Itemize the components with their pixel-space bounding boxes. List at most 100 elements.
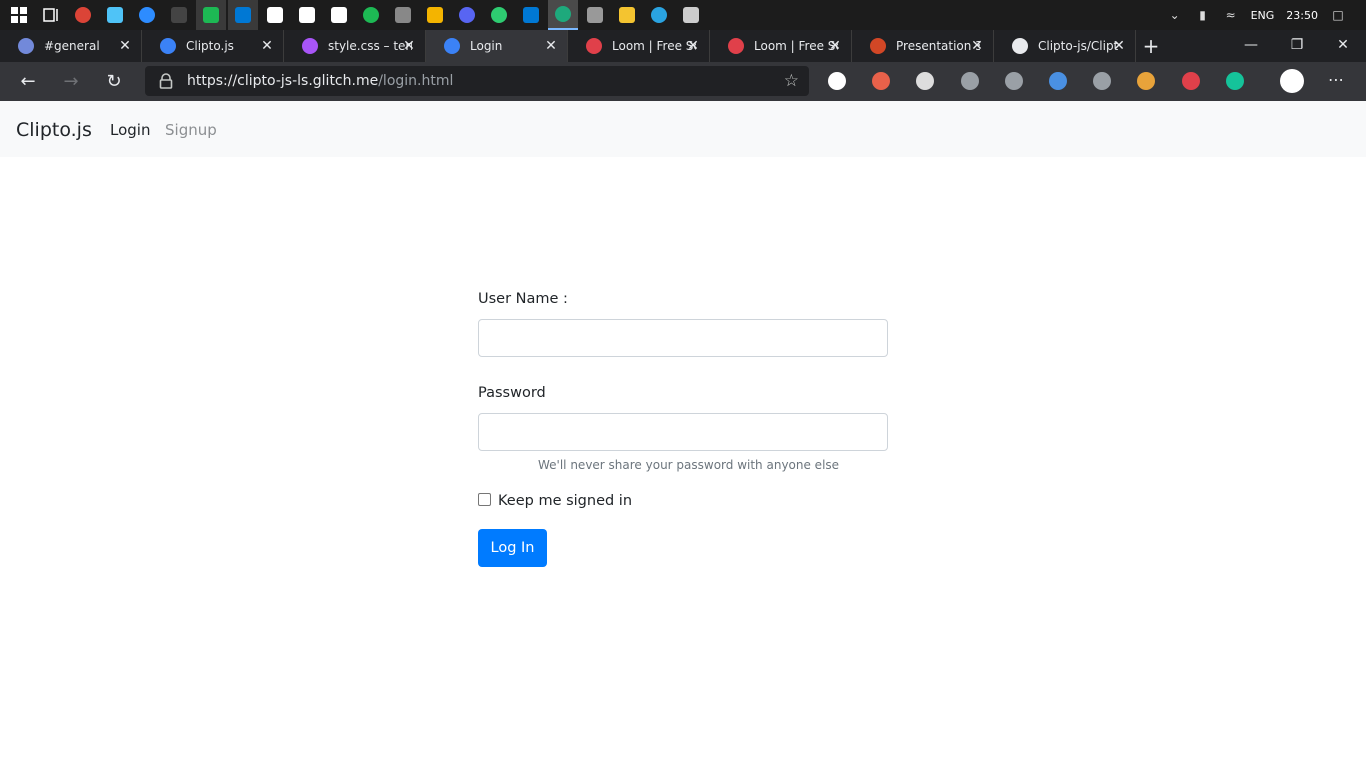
tab-title: Clipto.js [186, 39, 234, 53]
loom-extension-icon[interactable] [1182, 72, 1200, 90]
camera-icon[interactable] [388, 0, 418, 30]
notion-icon[interactable] [324, 0, 354, 30]
store-icon[interactable] [292, 0, 322, 30]
battery-icon[interactable]: ▮ [1195, 7, 1211, 23]
windows-start-icon[interactable] [4, 0, 34, 30]
tab-close-icon[interactable]: ✕ [969, 38, 985, 54]
notion-icon-glyph [331, 7, 347, 23]
password-input[interactable] [478, 413, 888, 451]
grammarly-icon[interactable] [1226, 72, 1244, 90]
site-brand[interactable]: Clipto.js [16, 119, 92, 141]
extension-grey-icon[interactable] [961, 72, 979, 90]
address-bar[interactable]: https://clipto-js-ls.glitch.me/login.htm… [145, 66, 809, 96]
profile-avatar[interactable] [1280, 69, 1304, 93]
terminal-icon[interactable] [164, 0, 194, 30]
tab-close-icon[interactable]: ✕ [401, 38, 417, 54]
discord-icon[interactable] [452, 0, 482, 30]
browser-tab[interactable]: #general ✕ [0, 30, 142, 62]
system-tray: ⌄ ▮ ≈ ENG 23:50 □ [1167, 0, 1366, 30]
task-view-icon[interactable] [36, 0, 66, 30]
loom-icon [586, 38, 602, 54]
telegram-icon[interactable] [644, 0, 674, 30]
settings-icon[interactable] [260, 0, 290, 30]
restore-icon[interactable]: ❐ [1274, 30, 1320, 60]
app-green-icon[interactable] [484, 0, 514, 30]
login-button[interactable]: Log In [478, 529, 547, 567]
browser-toolbar: ← → ↻ https://clipto-js-ls.glitch.me/log… [0, 62, 1366, 101]
tab-title: Loom | Free Sc [754, 39, 838, 53]
vscode-icon[interactable] [516, 0, 546, 30]
github-extension-icon[interactable] [828, 72, 846, 90]
file-explorer-icon-glyph [619, 7, 635, 23]
zoom-icon[interactable] [132, 0, 162, 30]
reload-button[interactable]: ↻ [99, 67, 129, 97]
browser-tab[interactable]: Clipto-js/Clipt ✕ [994, 30, 1136, 62]
new-tab-button[interactable]: + [1136, 30, 1166, 62]
page-content: Clipto.js Login Signup User Name : Passw… [0, 101, 1366, 768]
nav-signup-link[interactable]: Signup [165, 121, 217, 139]
file-explorer-icon[interactable] [612, 0, 642, 30]
browser-menu-icon[interactable]: ⋯ [1328, 70, 1344, 89]
vscode-insiders-icon[interactable] [196, 0, 226, 30]
windows-taskbar: ⌄ ▮ ≈ ENG 23:50 □ [0, 0, 1366, 30]
browser-tab[interactable]: Clipto.js ✕ [142, 30, 284, 62]
tab-close-icon[interactable]: ✕ [827, 38, 843, 54]
puzzle-extension-icon[interactable] [1005, 72, 1023, 90]
browser-tab[interactable]: Login ✕ [426, 30, 568, 62]
password-label: Password [478, 385, 546, 401]
browser-tab-strip: #general✕Clipto.js✕style.css – term✕Logi… [0, 30, 1366, 62]
notification-icon[interactable]: □ [1330, 7, 1346, 23]
mail-icon[interactable] [228, 0, 258, 30]
this-pc-icon[interactable] [100, 0, 130, 30]
browser-tab[interactable]: Loom | Free Sc ✕ [710, 30, 852, 62]
store-icon-glyph [299, 7, 315, 23]
browser-tab[interactable]: Loom | Free Sc ✕ [568, 30, 710, 62]
browser-tab[interactable]: style.css – term✕ [284, 30, 426, 62]
close-window-icon[interactable]: ✕ [1320, 30, 1366, 60]
terminal-icon-glyph [171, 7, 187, 23]
forward-button[interactable]: → [56, 67, 86, 97]
tab-close-icon[interactable]: ✕ [1111, 38, 1127, 54]
photos-icon-glyph [587, 7, 603, 23]
tab-close-icon[interactable]: ✕ [259, 38, 275, 54]
discord-icon-glyph [459, 7, 475, 23]
lock-icon[interactable] [159, 73, 173, 89]
extension-star-icon[interactable] [1049, 72, 1067, 90]
telegram-icon-glyph [651, 7, 667, 23]
username-input[interactable] [478, 319, 888, 357]
spotify-icon[interactable] [356, 0, 386, 30]
wifi-icon[interactable]: ≈ [1223, 7, 1239, 23]
chevron-up-icon[interactable]: ⌄ [1167, 7, 1183, 23]
url-host: https://clipto-js-ls.glitch.me [187, 73, 379, 89]
git-icon[interactable] [420, 0, 450, 30]
layers-icon [302, 38, 318, 54]
nav-login-link[interactable]: Login [110, 121, 150, 139]
tab-close-icon[interactable]: ✕ [117, 38, 133, 54]
extension-owl-icon[interactable] [1137, 72, 1155, 90]
clock[interactable]: 23:50 [1286, 9, 1318, 22]
chrome-icon-glyph [75, 7, 91, 23]
powerpoint-icon [870, 38, 886, 54]
windows-start-icon-glyph [11, 7, 27, 23]
language-indicator[interactable]: ENG [1251, 9, 1275, 22]
browser-tab[interactable]: Presentation 3 ✕ [852, 30, 994, 62]
paint-icon[interactable] [676, 0, 706, 30]
keep-signed-in-checkbox[interactable] [478, 493, 491, 506]
back-button[interactable]: ← [13, 67, 43, 97]
tab-title: #general [44, 39, 100, 53]
url-text[interactable]: https://clipto-js-ls.glitch.me/login.htm… [187, 73, 453, 89]
extension-orange-icon[interactable] [872, 72, 890, 90]
minimize-icon[interactable]: — [1228, 30, 1274, 60]
chrome-icon[interactable] [68, 0, 98, 30]
keep-signed-in-label[interactable]: Keep me signed in [498, 493, 632, 509]
github-icon [1012, 38, 1028, 54]
edge-icon[interactable] [548, 0, 578, 30]
bookmark-star-icon[interactable]: ☆ [784, 71, 799, 91]
tab-close-icon[interactable]: ✕ [685, 38, 701, 54]
tab-title: Presentation 3 [896, 39, 980, 53]
extension-swirl-icon[interactable] [916, 72, 934, 90]
tab-close-icon[interactable]: ✕ [543, 38, 559, 54]
puzzle-extension-icon-2[interactable] [1093, 72, 1111, 90]
this-pc-icon-glyph [107, 7, 123, 23]
photos-icon[interactable] [580, 0, 610, 30]
